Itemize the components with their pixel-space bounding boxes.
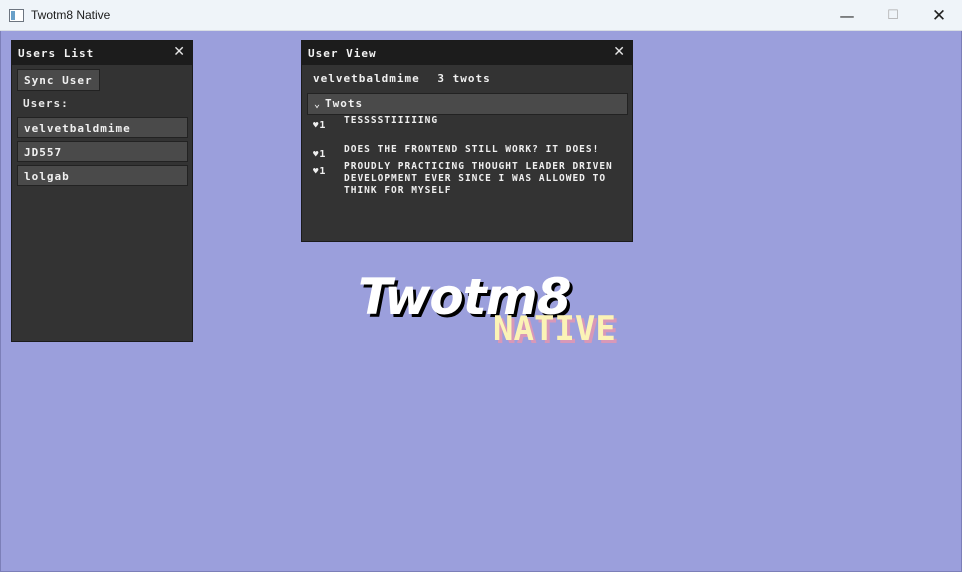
twot-text: DOES THE FRONTEND STILL WORK? IT DOES! (344, 144, 600, 155)
minimize-button[interactable]: — (824, 0, 870, 31)
user-item-jd557[interactable]: JD557 (17, 141, 188, 162)
users-list-title: Users List (18, 47, 95, 60)
like-count: 1 (319, 166, 327, 177)
close-icon[interactable]: ✕ (613, 44, 626, 60)
users-list-header[interactable]: Users List ✕ (12, 41, 192, 65)
twot-text: PROUDLY PRACTICING THOUGHT LEADER DRIVEN… (344, 161, 613, 196)
user-item-lolgab[interactable]: lolgab (17, 165, 188, 186)
user-summary: velvetbaldmime 3 twots (313, 72, 627, 93)
twot-count: 3 twots (437, 72, 491, 85)
like-counter[interactable]: ♥1 (313, 144, 344, 161)
chevron-down-icon: ⌄ (314, 99, 322, 110)
app-canvas: Users List ✕ Sync User Users: velvetbald… (0, 31, 962, 572)
like-count: 1 (319, 149, 327, 160)
user-view-panel: User View ✕ velvetbaldmime 3 twots ⌄ Twot… (301, 40, 633, 242)
close-icon[interactable]: ✕ (173, 44, 186, 60)
users-label: Users: (23, 97, 69, 110)
users-list-panel: Users List ✕ Sync User Users: velvetbald… (11, 40, 193, 342)
app-window-icon (9, 9, 24, 22)
twots-section-header[interactable]: ⌄ Twots (307, 93, 628, 115)
twot-item: ♥1 TESSSSTIIIIING (313, 115, 627, 132)
maximize-button[interactable]: ☐ (870, 0, 916, 31)
window-titlebar[interactable]: Twotm8 Native — ☐ ✕ (0, 0, 962, 31)
app-logo-subtitle: NATIVE (493, 309, 616, 349)
twot-text: TESSSSTIIIIING (344, 115, 439, 126)
username: velvetbaldmime (313, 72, 420, 85)
like-counter[interactable]: ♥1 (313, 115, 344, 132)
sync-user-button[interactable]: Sync User (17, 69, 100, 91)
like-count: 1 (319, 120, 327, 131)
window-title: Twotm8 Native (31, 8, 111, 22)
user-view-header[interactable]: User View ✕ (302, 41, 632, 65)
twots-section-label: Twots (325, 97, 364, 110)
like-counter[interactable]: ♥1 (313, 161, 344, 197)
twot-item: ♥1 DOES THE FRONTEND STILL WORK? IT DOES… (313, 144, 627, 161)
close-window-button[interactable]: ✕ (916, 0, 962, 31)
twot-item: ♥1 PROUDLY PRACTICING THOUGHT LEADER DRI… (313, 161, 627, 197)
user-view-title: User View (308, 47, 377, 60)
user-item-velvetbaldmime[interactable]: velvetbaldmime (17, 117, 188, 138)
